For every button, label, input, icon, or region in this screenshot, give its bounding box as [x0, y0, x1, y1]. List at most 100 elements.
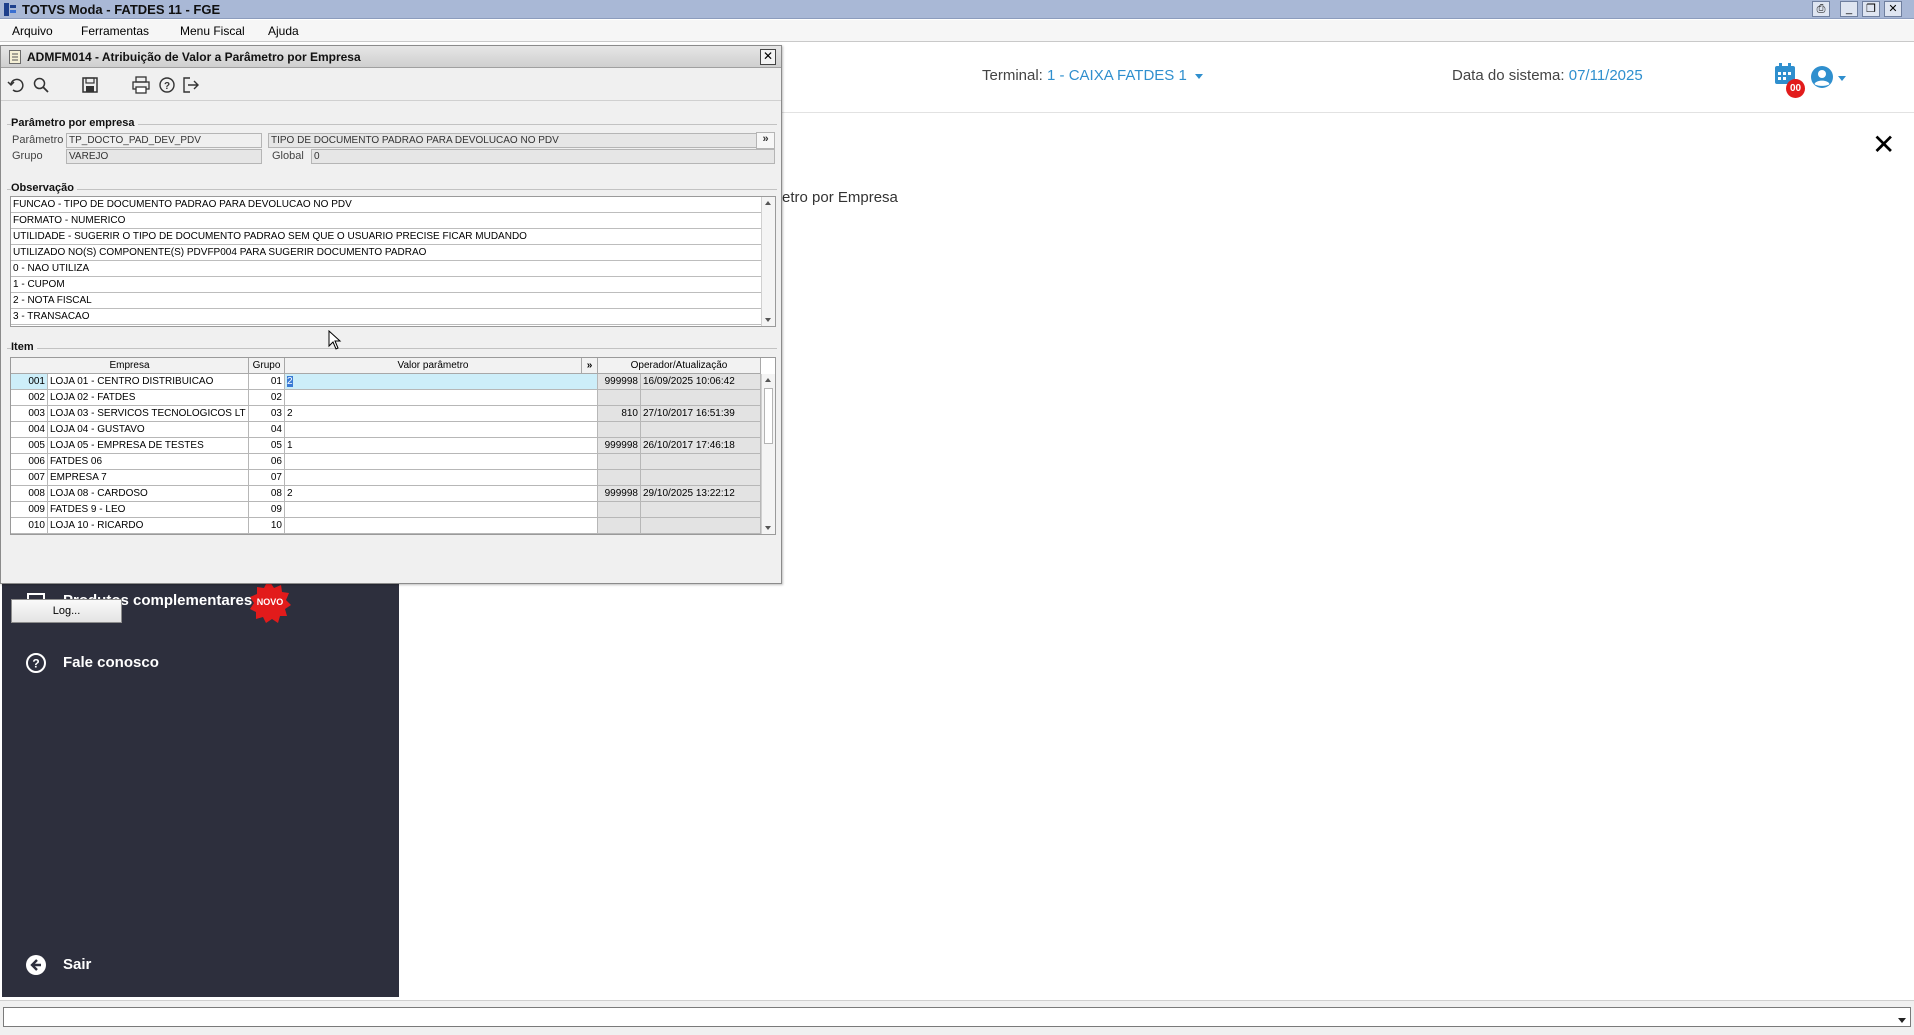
menu-arquivo[interactable]: Arquivo: [12, 24, 53, 38]
app-header: Terminal: 1 - CAIXA FATDES 1 Data do sis…: [782, 43, 1914, 113]
cell-operador: [598, 390, 641, 406]
cell-data: 16/09/2025 10:06:42: [641, 374, 761, 390]
menu-ferramentas[interactable]: Ferramentas: [81, 24, 149, 38]
dialog-close-button[interactable]: ✕: [760, 49, 776, 65]
parametro-field[interactable]: TP_DOCTO_PAD_DEV_PDV: [66, 133, 262, 148]
observacao-scrollbar[interactable]: [761, 197, 775, 326]
help-icon[interactable]: ?: [158, 76, 176, 94]
user-avatar-icon[interactable]: [1810, 65, 1834, 89]
cell-operador: [598, 470, 641, 486]
mouse-cursor-icon: [328, 330, 342, 350]
exit-icon[interactable]: [182, 76, 200, 94]
svg-text:?: ?: [164, 81, 170, 92]
cell-grupo: 05: [249, 438, 285, 454]
cell-valor[interactable]: 2: [285, 486, 598, 502]
col-header-valor[interactable]: Valor parâmetro: [285, 358, 582, 374]
cell-valor[interactable]: [285, 470, 598, 486]
cell-valor[interactable]: [285, 454, 598, 470]
cell-data: [641, 518, 761, 534]
cell-valor[interactable]: [285, 518, 598, 534]
scroll-up-icon[interactable]: [765, 201, 771, 205]
scroll-thumb[interactable]: [764, 388, 773, 444]
minimize-button[interactable]: _: [1840, 1, 1858, 17]
cell-data: [641, 470, 761, 486]
cell-valor[interactable]: 1: [285, 438, 598, 454]
scroll-down-icon[interactable]: [765, 526, 771, 530]
cell-grupo: 06: [249, 454, 285, 470]
cell-operador: [598, 518, 641, 534]
table-row[interactable]: 001 LOJA 01 - CENTRO DISTRIBUICAO 01 2 99999…: [11, 374, 761, 390]
table-row[interactable]: 002 LOJA 02 - FATDES 02: [11, 390, 761, 406]
cell-data: [641, 454, 761, 470]
table-row[interactable]: 004 LOJA 04 - GUSTAVO 04: [11, 422, 761, 438]
menu-bar: Arquivo Ferramentas Menu Fiscal Ajuda: [0, 20, 1914, 42]
col-header-operador[interactable]: Operador/Atualização: [598, 358, 761, 374]
close-window-button[interactable]: ✕: [1884, 1, 1902, 17]
table-row[interactable]: 009 FATDES 9 - LEO 09: [11, 502, 761, 518]
chevron-down-icon[interactable]: [1898, 1018, 1906, 1023]
menu-ajuda[interactable]: Ajuda: [268, 24, 299, 38]
expand-param-button[interactable]: »: [756, 132, 775, 149]
window-title-bar: TOTVS Moda - FATDES 11 - FGE ⎙ _ ❐ ✕: [0, 0, 1914, 19]
col-header-grupo[interactable]: Grupo: [249, 358, 285, 374]
chevron-down-icon[interactable]: [1838, 76, 1846, 81]
app-icon: [4, 3, 16, 16]
cell-operador: 810: [598, 406, 641, 422]
cell-valor[interactable]: [285, 390, 598, 406]
cell-valor[interactable]: [285, 502, 598, 518]
cell-name: FATDES 06: [48, 454, 249, 470]
sidebar-item-fale-conosco[interactable]: ? Fale conosco: [2, 643, 399, 683]
grid-scrollbar[interactable]: [761, 374, 775, 534]
close-icon[interactable]: ✕: [1872, 131, 1895, 159]
cell-grupo: 09: [249, 502, 285, 518]
cell-name: LOJA 05 - EMPRESA DE TESTES: [48, 438, 249, 454]
search-icon[interactable]: [32, 76, 50, 94]
col-expand-button[interactable]: »: [582, 358, 598, 374]
item-title: Item: [11, 341, 37, 353]
scroll-down-icon[interactable]: [765, 318, 771, 322]
menu-fiscal[interactable]: Menu Fiscal: [180, 24, 245, 38]
cell-code: 003: [11, 406, 48, 422]
table-row[interactable]: 007 EMPRESA 7 07: [11, 470, 761, 486]
page-title: etro por Empresa: [782, 189, 898, 206]
observacao-textarea[interactable]: FUNCAO - TIPO DE DOCUMENTO PADRAO PARA D…: [10, 196, 776, 327]
terminal-selector[interactable]: Terminal: 1 - CAIXA FATDES 1: [982, 67, 1203, 84]
status-combo[interactable]: [3, 1007, 1911, 1027]
table-row[interactable]: 005 LOJA 05 - EMPRESA DE TESTES 05 1 999998 2…: [11, 438, 761, 454]
cell-grupo: 10: [249, 518, 285, 534]
observacao-line: FUNCAO - TIPO DE DOCUMENTO PADRAO PARA D…: [11, 197, 761, 213]
cell-valor[interactable]: 2: [285, 406, 598, 422]
print-icon[interactable]: [132, 76, 150, 94]
param-group-title: Parâmetro por empresa: [11, 117, 138, 129]
cell-operador: 999998: [598, 374, 641, 390]
notification-badge[interactable]: 00: [1786, 79, 1805, 98]
table-row[interactable]: 006 FATDES 06 06: [11, 454, 761, 470]
col-header-empresa[interactable]: Empresa: [11, 358, 249, 374]
undo-icon[interactable]: [7, 76, 25, 94]
selected-value[interactable]: 2: [287, 376, 293, 387]
cell-data: 26/10/2017 17:46:18: [641, 438, 761, 454]
cell-valor[interactable]: [285, 422, 598, 438]
restore-button[interactable]: ❐: [1862, 1, 1880, 17]
observacao-title: Observação: [11, 182, 77, 194]
cell-code: 006: [11, 454, 48, 470]
sidebar-item-sair[interactable]: Sair: [2, 945, 399, 985]
cell-code: 002: [11, 390, 48, 406]
scroll-up-icon[interactable]: [765, 378, 771, 382]
cell-data: 27/10/2017 16:51:39: [641, 406, 761, 422]
svg-text:?: ?: [32, 657, 39, 671]
cell-operador: [598, 422, 641, 438]
table-row[interactable]: 003 LOJA 03 - SERVICOS TECNOLOGICOS LT 03 2…: [11, 406, 761, 422]
cell-name: LOJA 02 - FATDES: [48, 390, 249, 406]
cell-operador: 999998: [598, 438, 641, 454]
novo-badge: NOVO: [250, 582, 291, 623]
log-button[interactable]: Log...: [11, 599, 122, 623]
table-row[interactable]: 008 LOJA 08 - CARDOSO 08 2 999998 29/10/2025 …: [11, 486, 761, 502]
table-row[interactable]: 010 LOJA 10 - RICARDO 10: [11, 518, 761, 534]
sidebar-item-label: Sair: [63, 956, 92, 973]
grupo-field: VAREJO: [66, 149, 262, 164]
printer-icon[interactable]: ⎙: [1812, 1, 1830, 17]
help-circle-icon: ?: [26, 653, 46, 673]
cell-valor[interactable]: 2: [285, 374, 598, 390]
save-icon[interactable]: [81, 76, 99, 94]
